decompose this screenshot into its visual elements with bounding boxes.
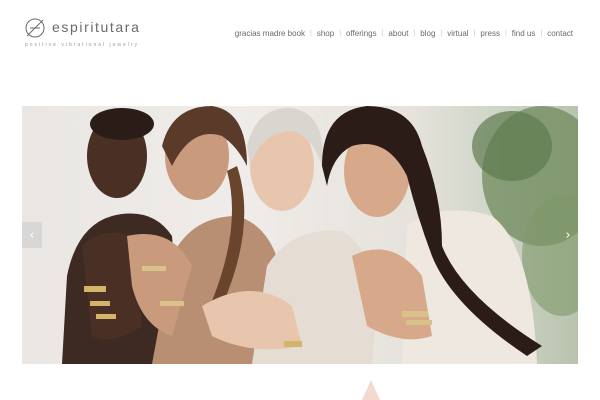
logo-tagline: positive vibrational jewelry bbox=[25, 42, 140, 48]
slider-next-button[interactable]: › bbox=[558, 222, 578, 248]
nav-item-about[interactable]: about bbox=[383, 29, 413, 38]
nav-item-offerings[interactable]: offerings bbox=[341, 29, 382, 38]
logo-mark-icon bbox=[25, 18, 45, 38]
nav-item-press[interactable]: press bbox=[475, 29, 505, 38]
logo-wordmark: espiritutara bbox=[52, 19, 141, 35]
nav-item-shop[interactable]: shop bbox=[312, 29, 339, 38]
nav-item-virtual[interactable]: virtual bbox=[442, 29, 473, 38]
nav-item-gracias-madre-book[interactable]: gracias madre book bbox=[230, 29, 310, 38]
slider-prev-button[interactable]: ‹ bbox=[22, 222, 42, 248]
site-logo[interactable]: espiritutara positive vibrational jewelr… bbox=[24, 17, 159, 57]
nav-item-find-us[interactable]: find us bbox=[507, 29, 541, 38]
hero-slide-image bbox=[62, 106, 578, 364]
hero-slider[interactable]: ‹ › bbox=[22, 106, 578, 364]
site-header: espiritutara positive vibrational jewelr… bbox=[0, 0, 600, 70]
nav-item-blog[interactable]: blog bbox=[415, 29, 440, 38]
nav-item-contact[interactable]: contact bbox=[542, 29, 578, 38]
chevron-right-icon: › bbox=[565, 227, 571, 243]
chevron-left-icon: ‹ bbox=[29, 227, 35, 243]
decorative-triangle-icon bbox=[362, 380, 380, 400]
main-nav: gracias madre book | shop | offerings | … bbox=[230, 29, 578, 38]
